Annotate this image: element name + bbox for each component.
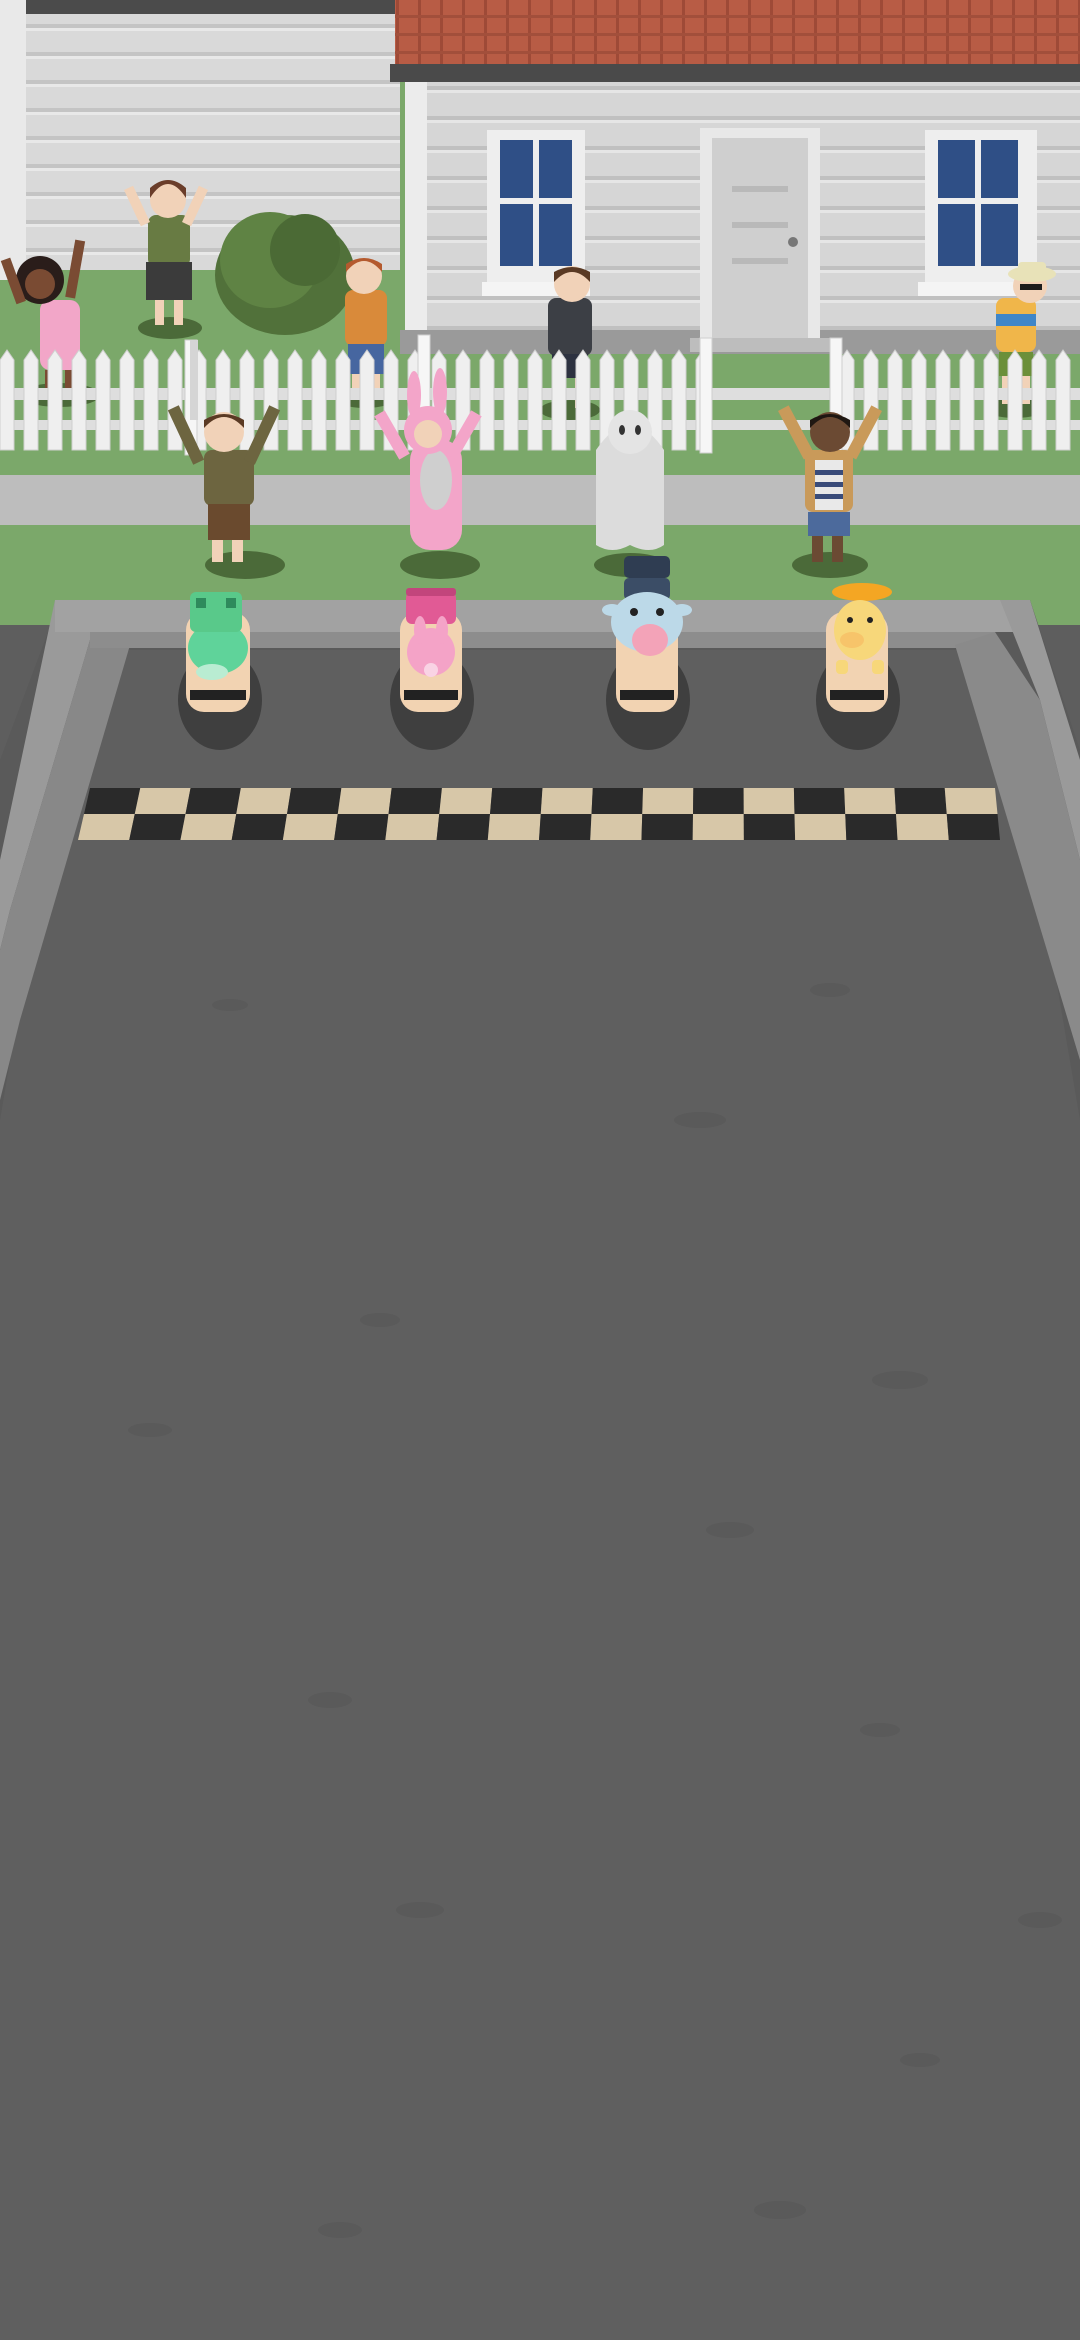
checker-tile [693,788,744,814]
fence-picket [959,349,975,451]
checker-tile [490,788,543,814]
checker-tile [334,814,389,840]
fence-picket [983,349,999,451]
fence-picket [287,349,303,451]
checker-tile [793,788,846,814]
checker-tile [84,788,141,814]
checker-tile [642,788,694,814]
fence-picket [935,349,951,451]
checker-tile [236,788,292,814]
fence-picket [0,349,15,451]
fence-picket [95,349,111,451]
checker-tile [185,788,241,814]
checker-tile [641,814,693,840]
checker-tile [743,788,795,814]
fence-picket [479,349,495,451]
fence-picket [503,349,519,451]
checker-tile [591,788,644,814]
fence-picket [1007,349,1023,451]
checker-tile [134,788,191,814]
fence-picket [335,349,351,451]
house-corner-trim [405,82,427,350]
checker-tile [539,814,592,840]
left-house-eave [0,0,400,14]
fence-post [699,337,713,454]
checker-tile [180,814,237,840]
fence-picket [143,349,159,451]
asphalt [0,600,1080,2340]
checker-tile [337,788,392,814]
checker-tile [944,788,998,814]
game-scene[interactable] [0,0,1080,2340]
roof [395,0,1080,68]
checker-tile [78,814,135,840]
checker-tile [287,788,342,814]
fence-picket [527,349,543,451]
checker-tile [946,814,1000,840]
checker-tile [896,814,949,840]
roof-eave [390,64,1080,82]
checker-tile [231,814,287,840]
checker-tile [894,788,947,814]
fence-picket [23,349,39,451]
checker-tile [743,814,796,840]
fence-picket [551,349,567,451]
fence-picket [1055,349,1071,451]
fence-picket [119,349,135,451]
checker-tile [692,814,744,840]
checker-tile [540,788,593,814]
checker-tile [487,814,541,840]
checker-tile [439,788,493,814]
fence-picket [887,349,903,451]
checker-tile [845,814,898,840]
checker-tile [436,814,490,840]
left-house-wall [0,0,400,270]
checker-tile [590,814,643,840]
checker-tile [385,814,440,840]
fence-picket [311,349,327,451]
sidewalk [0,475,1080,527]
fence-picket [575,349,591,451]
fence-picket [671,349,687,451]
fence-picket [1031,349,1047,451]
fence-picket [911,349,927,451]
left-house-corner [0,0,26,280]
fence-picket [359,349,375,451]
start-line [78,788,1000,840]
race-track [0,600,1080,2340]
checker-tile [282,814,338,840]
fence-picket [47,349,63,451]
checker-tile [388,788,442,814]
bush [215,212,355,335]
checker-tile [794,814,847,840]
fence-picket [71,349,87,451]
checker-tile [129,814,186,840]
checker-tile [844,788,896,814]
front-door [690,128,830,352]
